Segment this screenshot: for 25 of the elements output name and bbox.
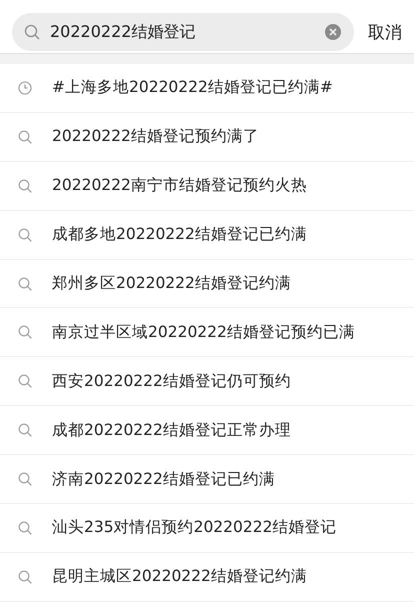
search-icon <box>18 374 32 388</box>
suggestion-item[interactable]: 20220222结婚登记预约满了 <box>0 112 414 162</box>
search-icon <box>18 472 32 486</box>
suggestion-item[interactable]: 成都20220222结婚登记正常办理 <box>0 406 414 456</box>
suggestion-item[interactable]: 汕头235对情侣预约20220222结婚登记 <box>0 504 414 553</box>
clear-icon[interactable] <box>324 23 342 41</box>
search-icon <box>18 228 32 242</box>
suggestion-item[interactable]: #上海多地20220222结婚登记已约满# <box>0 64 414 113</box>
suggestion-item[interactable]: 20220222南宁市结婚登记预约火热 <box>0 162 414 211</box>
search-icon <box>18 570 32 584</box>
search-icon <box>18 325 32 340</box>
suggestion-item[interactable]: 昆明主城区20220222结婚登记约满 <box>0 552 414 602</box>
clock-icon <box>18 80 32 95</box>
suggestion-item[interactable]: 南京过半区域20220222结婚登记预约已满 <box>0 308 414 358</box>
search-icon <box>18 423 32 438</box>
suggestion-item[interactable]: 郑州多区20220222结婚登记约满 <box>0 260 414 308</box>
search-icon <box>18 520 32 535</box>
search-icon <box>18 276 32 290</box>
search-field[interactable]: 20220222结婚登记 <box>12 13 354 51</box>
suggestion-item[interactable]: 成都多地20220222结婚登记已约满 <box>0 210 414 260</box>
search-icon <box>18 130 32 144</box>
search-icon <box>18 178 32 193</box>
suggestion-item[interactable]: 西安20220222结婚登记仍可预约 <box>0 357 414 406</box>
suggestion-item[interactable]: 济南20220222结婚登记已约满 <box>0 455 414 504</box>
cancel-button[interactable]: 取消 <box>368 20 414 44</box>
